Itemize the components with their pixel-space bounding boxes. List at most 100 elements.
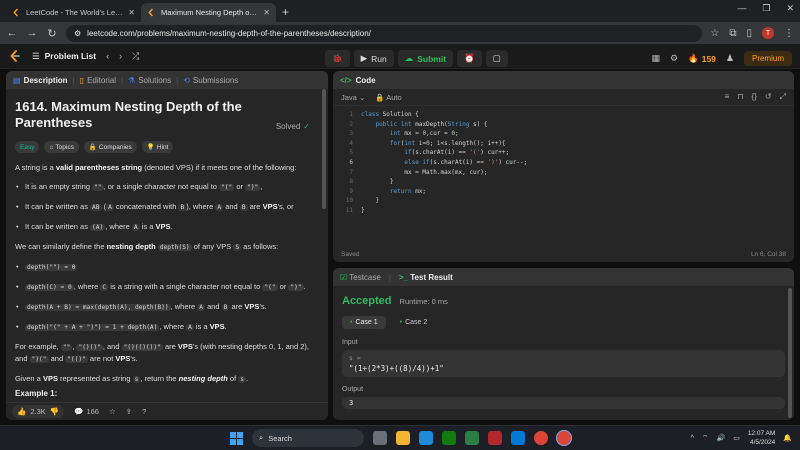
code-line[interactable]: } xyxy=(361,196,527,206)
code-line[interactable]: else if(s.charAt(i) == ')') cur--; xyxy=(361,158,527,168)
vscode-icon[interactable] xyxy=(511,431,525,445)
notification-bell-icon[interactable]: 🔔 xyxy=(783,434,792,442)
xbox-icon[interactable] xyxy=(442,431,456,445)
thumbs-down-icon[interactable]: 👎 xyxy=(50,407,59,416)
submit-button[interactable]: ☁ Submit xyxy=(397,50,454,67)
app-icon[interactable] xyxy=(488,431,502,445)
new-tab-icon[interactable]: + xyxy=(276,5,295,19)
auto-mode-toggle[interactable]: 🔒 Auto xyxy=(375,93,401,102)
leetcode-logo-icon[interactable] xyxy=(8,49,22,63)
chevron-up-icon[interactable]: ^ xyxy=(691,435,694,442)
output-label: Output xyxy=(342,386,364,393)
problem-list-button[interactable]: ☰ Problem List xyxy=(32,51,96,62)
forward-arrow-icon[interactable]: → xyxy=(26,27,38,39)
taskbar-clock[interactable]: 12:07 AM 4/5/2024 xyxy=(748,429,775,447)
format-icon[interactable]: ≡ xyxy=(725,92,730,102)
next-problem-icon[interactable]: › xyxy=(119,51,122,61)
browser-tab-problem[interactable]: Maximum Nesting Depth of the ✕ xyxy=(141,3,276,22)
tab-test-result[interactable]: >_ Test Result xyxy=(399,273,453,282)
extensions-icon[interactable]: ⧉ xyxy=(729,28,736,39)
braces-icon[interactable]: {} xyxy=(752,92,757,102)
difficulty-chip[interactable]: Easy xyxy=(15,141,40,153)
run-button[interactable]: ▶ Run xyxy=(353,50,394,67)
star-icon[interactable]: ☆ xyxy=(109,407,116,416)
tab-testcase[interactable]: ☑ Testcase xyxy=(340,273,381,282)
chrome-active-icon[interactable] xyxy=(556,430,572,446)
chrome-icon[interactable] xyxy=(534,431,548,445)
sidepanel-icon[interactable]: ▯ xyxy=(746,28,752,39)
case-2-tab[interactable]: • Case 2 xyxy=(392,316,436,329)
battery-icon[interactable]: ▭ xyxy=(733,434,740,442)
language-select[interactable]: Java ⌄ xyxy=(341,93,365,102)
maximize-icon[interactable]: ❐ xyxy=(762,3,770,14)
code-line[interactable]: } xyxy=(361,206,527,216)
tab-submissions[interactable]: ⟲ Submissions xyxy=(183,76,238,85)
close-window-icon[interactable]: ✕ xyxy=(786,3,794,14)
companies-chip[interactable]: 🔒 Companies xyxy=(83,141,137,153)
inline-code: C xyxy=(100,284,109,291)
url-input[interactable]: ⚙ leetcode.com/problems/maximum-nesting-… xyxy=(66,24,703,42)
wifi-icon[interactable]: ⌔ xyxy=(702,434,709,443)
user-avatar-icon[interactable]: ♟ xyxy=(726,53,734,64)
lock-icon: 🔒 xyxy=(375,92,385,102)
notes-button[interactable]: ▢ xyxy=(485,50,508,67)
like-button[interactable]: 👍 2.3K 👎 xyxy=(12,405,65,418)
code-line[interactable]: public int maxDepth(String s) { xyxy=(361,120,527,130)
topics-chip[interactable]: ⌂ Topics xyxy=(44,141,79,153)
code-line[interactable]: for(int i=0; i<s.length(); i++){ xyxy=(361,139,527,149)
code-editor[interactable]: 1 2 3 4 5 6 7 8 9 10 11 class Solution { public in… xyxy=(333,106,794,216)
code-line[interactable]: } xyxy=(361,177,527,187)
help-icon[interactable]: ? xyxy=(142,407,146,416)
close-icon[interactable]: ✕ xyxy=(128,8,135,17)
close-icon[interactable]: ✕ xyxy=(263,8,270,17)
code-line[interactable]: class Solution { xyxy=(361,110,527,120)
menu-kebab-icon[interactable]: ⋮ xyxy=(784,28,794,39)
reset-icon[interactable]: ↺ xyxy=(765,92,772,102)
tab-solutions[interactable]: ⚗ Solutions xyxy=(128,76,171,85)
task-view-icon[interactable] xyxy=(373,431,387,445)
premium-button[interactable]: Premium xyxy=(743,51,792,66)
hint-chip[interactable]: 💡 Hint xyxy=(141,141,174,153)
fullscreen-icon[interactable]: ⤢ xyxy=(780,92,786,102)
bookmark-icon[interactable]: ⊓ xyxy=(737,92,743,102)
tab-description[interactable]: ▤ Description xyxy=(13,76,68,85)
volume-icon[interactable]: 🔊 xyxy=(716,434,725,442)
file-explorer-icon[interactable] xyxy=(396,431,410,445)
case-1-tab[interactable]: • Case 1 xyxy=(342,316,386,329)
code-line[interactable]: return mx; xyxy=(361,187,527,197)
timer-button[interactable]: ⏰ xyxy=(457,50,482,67)
settings-gear-icon[interactable]: ⚙ xyxy=(670,53,678,64)
back-arrow-icon[interactable]: ← xyxy=(6,27,18,39)
result-scrollbar[interactable] xyxy=(788,288,792,418)
debug-button[interactable]: 🐞 xyxy=(325,50,350,67)
text: We can similarly define the xyxy=(15,242,107,251)
code-line[interactable]: int mx = 0,cur = 0; xyxy=(361,129,527,139)
description-scrollbar[interactable] xyxy=(322,89,326,209)
layout-grid-icon[interactable]: ▦ xyxy=(652,53,661,64)
excel-icon[interactable] xyxy=(465,431,479,445)
tab-editorial[interactable]: ▯ Editorial xyxy=(80,76,116,85)
line-number: 8 xyxy=(349,178,353,186)
browser-tab-leetcode[interactable]: LeetCode - The World's Leadin ✕ xyxy=(6,3,141,22)
text: 's, or xyxy=(277,202,294,211)
prev-problem-icon[interactable]: ‹ xyxy=(106,51,109,61)
problem-description: 1614. Maximum Nesting Depth of the Paren… xyxy=(6,89,328,395)
reload-icon[interactable]: ↻ xyxy=(46,27,58,40)
mode-label: Auto xyxy=(386,92,402,102)
share-icon[interactable]: ⇪ xyxy=(126,407,132,416)
shuffle-icon[interactable]: ⤮ xyxy=(132,51,139,62)
code-line[interactable]: if(s.charAt(i) == '(') cur++; xyxy=(361,148,527,158)
site-info-icon[interactable]: ⚙ xyxy=(74,29,81,38)
edge-browser-icon[interactable] xyxy=(419,431,433,445)
streak-counter[interactable]: 🔥 159 xyxy=(688,53,716,64)
terminal-icon: >_ xyxy=(398,272,409,282)
minimize-icon[interactable]: — xyxy=(737,3,746,14)
profile-avatar[interactable]: T xyxy=(762,27,774,39)
code-line[interactable]: mx = Math.max(mx, cur); xyxy=(361,168,527,178)
run-label: Run xyxy=(371,53,387,64)
windows-start-icon[interactable] xyxy=(230,431,243,445)
taskbar-search[interactable]: ⌕ Search xyxy=(252,429,364,447)
comments-button[interactable]: 💬 166 xyxy=(74,407,99,416)
bookmark-star-icon[interactable]: ☆ xyxy=(710,28,719,39)
code-lines[interactable]: class Solution { public int maxDepth(Str… xyxy=(361,110,527,216)
